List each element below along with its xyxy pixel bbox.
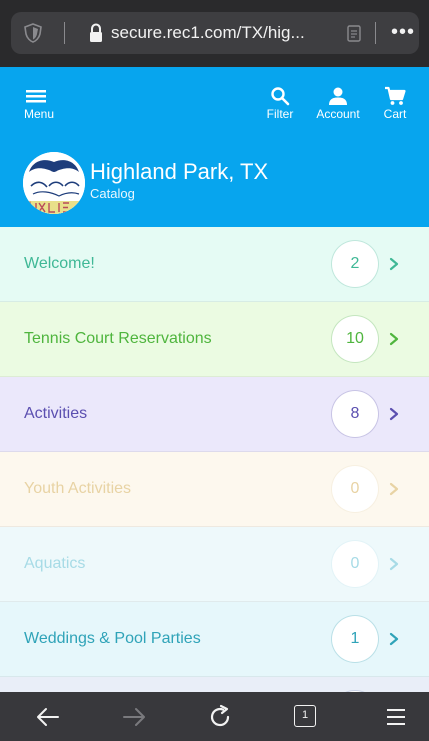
item-count-badge: 0 [331,540,379,588]
catalog-item-partial[interactable] [0,677,429,692]
item-count-badge: 2 [331,240,379,288]
divider [64,22,65,44]
cart-label: Cart [383,107,407,121]
divider [375,22,376,44]
chevron-right-icon [389,332,399,346]
forward-arrow-icon[interactable] [121,704,147,730]
catalog-item-label: Tennis Court Reservations [24,330,212,347]
catalog-item-activities[interactable]: Activities 8 [0,377,429,452]
account-button[interactable]: Account [311,86,365,121]
address-bar[interactable]: secure.rec1.com/TX/hig... ••• [11,12,419,54]
app-header: Menu Filter Account Cart Highland Park, … [0,67,429,227]
catalog-item-aquatics[interactable]: Aquatics 0 [0,527,429,602]
catalog-item-label: Youth Activities [24,480,132,497]
lock-icon [90,23,102,42]
chevron-right-icon [389,257,399,271]
reader-mode-icon[interactable] [347,25,361,42]
menu-button[interactable]: Menu [24,86,54,121]
account-label: Account [316,107,360,121]
item-count-badge: 8 [331,390,379,438]
page-subtitle: Catalog [90,186,135,201]
highland-park-logo-icon [23,152,85,214]
chevron-right-icon [389,632,399,646]
reload-icon[interactable] [208,704,234,730]
menu-label: Menu [24,107,55,121]
item-count-badge: 10 [331,315,379,363]
filter-button[interactable]: Filter [262,86,298,121]
shield-icon[interactable] [23,23,43,43]
site-logo [23,152,85,214]
catalog-item-label: Welcome! [24,255,95,272]
item-count-badge: 0 [331,465,379,513]
chevron-right-icon [389,407,399,421]
browser-toolbar: 1 [0,692,429,741]
user-icon [329,87,347,105]
chevron-right-icon [389,482,399,496]
hamburger-icon [26,90,46,103]
catalog-item-welcome[interactable]: Welcome! 2 [0,227,429,302]
search-icon [271,87,290,106]
catalog-item-label: Weddings & Pool Parties [24,630,201,647]
catalog-list: Welcome! 2 Tennis Court Reservations 10 … [0,227,429,692]
chevron-right-icon [389,557,399,571]
item-count-badge: 1 [331,615,379,663]
back-arrow-icon[interactable] [35,704,61,730]
catalog-item-tennis-court-reservations[interactable]: Tennis Court Reservations 10 [0,302,429,377]
catalog-item-label: Aquatics [24,555,86,572]
site-title: Highland Park, TX [90,159,269,184]
catalog-item-label: Activities [24,405,88,422]
tabs-button[interactable]: 1 [294,705,316,727]
cart-button[interactable]: Cart [380,86,410,121]
browser-menu-icon[interactable] [383,704,409,730]
cart-icon [385,86,406,105]
more-options-icon[interactable]: ••• [391,22,415,42]
catalog-item-youth-activities[interactable]: Youth Activities 0 [0,452,429,527]
url-text[interactable]: secure.rec1.com/TX/hig... [111,23,305,43]
filter-label: Filter [266,107,294,121]
catalog-item-weddings-pool-parties[interactable]: Weddings & Pool Parties 1 [0,602,429,677]
browser-address-bar-area: secure.rec1.com/TX/hig... ••• [0,0,429,67]
